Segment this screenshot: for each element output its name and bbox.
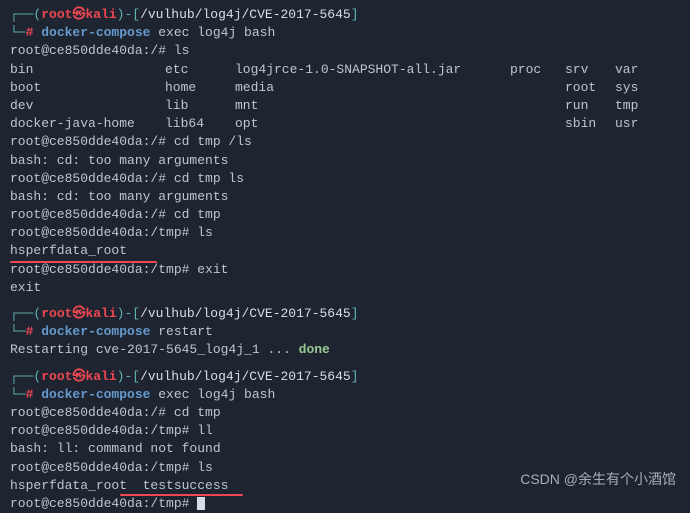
shell-line: root@ce850dde40da:/tmp# ls [10,224,680,242]
shell-error: bash: cd: too many arguments [10,152,680,170]
shell-line: root@ce850dde40da:/# ls [10,42,680,60]
shell-line: root@ce850dde40da:/# cd tmp /ls [10,133,680,151]
active-prompt[interactable]: root@ce850dde40da:/tmp# [10,495,680,513]
restart-output: Restarting cve-2017-5645_log4j_1 ... don… [10,341,680,359]
watermark: CSDN @余生有个小酒馆 [520,470,676,490]
ls-output-highlight: hsperfdata_root [10,242,680,260]
shell-line: root@ce850dde40da:/tmp# exit [10,261,680,279]
shell-line: root@ce850dde40da:/# cd tmp [10,404,680,422]
cursor-icon [197,497,205,510]
prompt-line-2: ┌──(root㉿kali)-[/vulhub/log4j/CVE-2017-5… [10,305,680,323]
cmd-line-2[interactable]: └─# docker-compose restart [10,323,680,341]
shell-line: root@ce850dde40da:/# cd tmp ls [10,170,680,188]
ls-row-1: binetclog4jrce-1.0-SNAPSHOT-all.jarprocs… [10,61,680,79]
ls-row-2: boothomemediarootsys [10,79,680,97]
cmd-line-1[interactable]: └─# docker-compose exec log4j bash [10,24,680,42]
shell-error: bash: cd: too many arguments [10,188,680,206]
shell-line: root@ce850dde40da:/tmp# ll [10,422,680,440]
cmd-line-3[interactable]: └─# docker-compose exec log4j bash [10,386,680,404]
prompt-line-3: ┌──(root㉿kali)-[/vulhub/log4j/CVE-2017-5… [10,368,680,386]
shell-error: bash: ll: command not found [10,440,680,458]
shell-line: root@ce850dde40da:/# cd tmp [10,206,680,224]
exit-output: exit [10,279,680,297]
ls-row-3: devlibmntruntmp [10,97,680,115]
prompt-line-1: ┌──(root㉿kali)-[/vulhub/log4j/CVE-2017-5… [10,6,680,24]
ls-row-4: docker-java-homelib64optsbinusr [10,115,680,133]
